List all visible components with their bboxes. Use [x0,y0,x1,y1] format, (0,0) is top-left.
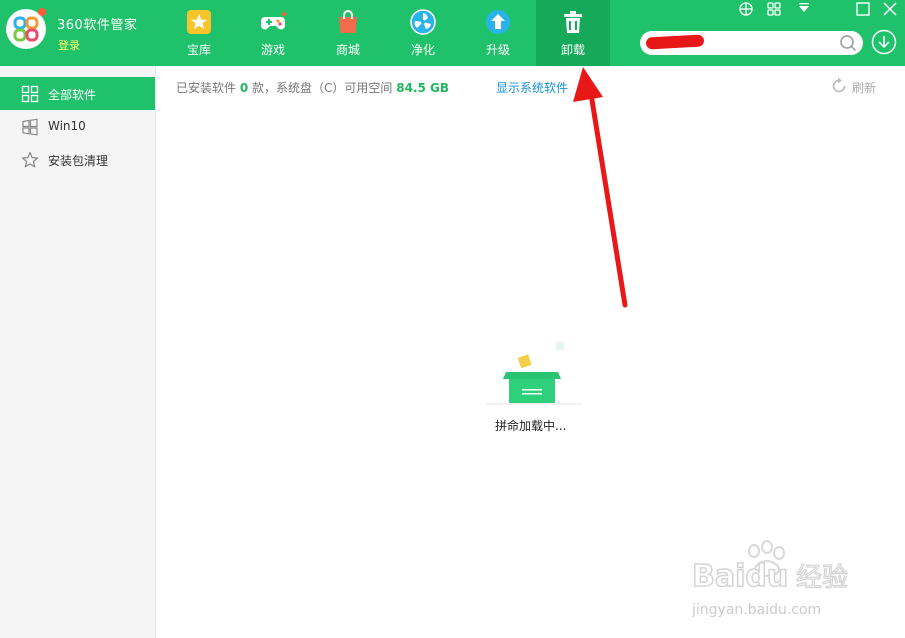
tab-label: 宝库 [186,43,211,57]
tab-label: 卸载 [560,43,585,57]
top-header: 360软件管家 登录 宝库 游戏 商城 净化 升级 卸载 [0,0,905,66]
grid-icon[interactable] [737,1,755,17]
watermark-sub: 经验 [796,563,848,593]
info-middle: 款，系统盘（C）可用空间 [252,81,393,95]
shopping-bag-icon [339,10,357,33]
trash-icon [564,11,582,33]
maximize-icon[interactable] [854,1,872,17]
tab-jinghua[interactable]: 净化 [386,0,460,66]
search-box[interactable] [640,31,863,55]
refresh-icon [832,77,846,93]
star-icon [187,10,211,34]
baidu-paw-icon: Baidu 经验 jingyan.baidu.com [691,540,849,618]
tab-label: 净化 [410,43,435,57]
notification-dot [38,8,46,16]
fan-icon [410,9,436,35]
windows-icon [22,118,38,136]
redaction-mark [645,34,705,50]
sidebar-item-label: 安装包清理 [48,154,109,168]
sidebar-item-label: 全部软件 [48,88,97,102]
gamepad-icon [261,12,286,30]
installed-count: 0 [239,81,249,95]
sidebar-item-package-clean[interactable]: 安装包清理 [0,143,155,176]
sidebar: 全部软件 Win10 安装包清理 [0,66,156,638]
download-icon[interactable] [871,29,897,55]
loading-text: 拼命加载中... [495,419,567,433]
tab-label: 游戏 [260,43,285,57]
menu-down-icon[interactable] [795,1,813,17]
tab-xiezai[interactable]: 卸载 [536,0,610,66]
watermark-brand: Baidu [692,559,788,594]
free-space: 84.5 GB [396,81,450,95]
skin-icon[interactable] [765,1,783,17]
refresh-label: 刷新 [852,81,877,95]
app-window: 360软件管家 登录 宝库 游戏 商城 净化 升级 卸载 全部软件 Win10 … [0,0,905,638]
tab-label: 升级 [485,43,510,57]
info-prefix: 已安装软件 [176,81,237,95]
sidebar-item-all-software[interactable]: 全部软件 [0,77,155,110]
tab-label: 商城 [335,43,360,57]
star-outline-icon [21,151,39,168]
search-input[interactable] [710,33,830,53]
upgrade-arrow-icon [486,10,510,34]
close-icon[interactable] [881,1,899,17]
watermark-url: jingyan.baidu.com [692,602,821,618]
tab-shangcheng[interactable]: 商城 [311,0,385,66]
login-link[interactable]: 登录 [58,37,80,53]
installed-info: 已安装软件 0 款，系统盘（C）可用空间 84.5 GB [176,79,449,96]
sidebar-item-label: Win10 [48,119,86,133]
baidu-watermark: Baidu 经验 jingyan.baidu.com [691,538,892,628]
tab-youxi[interactable]: 游戏 [236,0,310,66]
loading-box-icon [486,342,582,405]
app-title: 360软件管家 [57,18,138,33]
show-system-software-link[interactable]: 显示系统软件 [496,79,568,96]
sidebar-item-win10[interactable]: Win10 [0,110,155,143]
grid-icon [21,85,39,103]
tab-shengji[interactable]: 升级 [461,0,535,66]
search-icon[interactable] [839,34,857,52]
tab-baoku[interactable]: 宝库 [162,0,236,66]
